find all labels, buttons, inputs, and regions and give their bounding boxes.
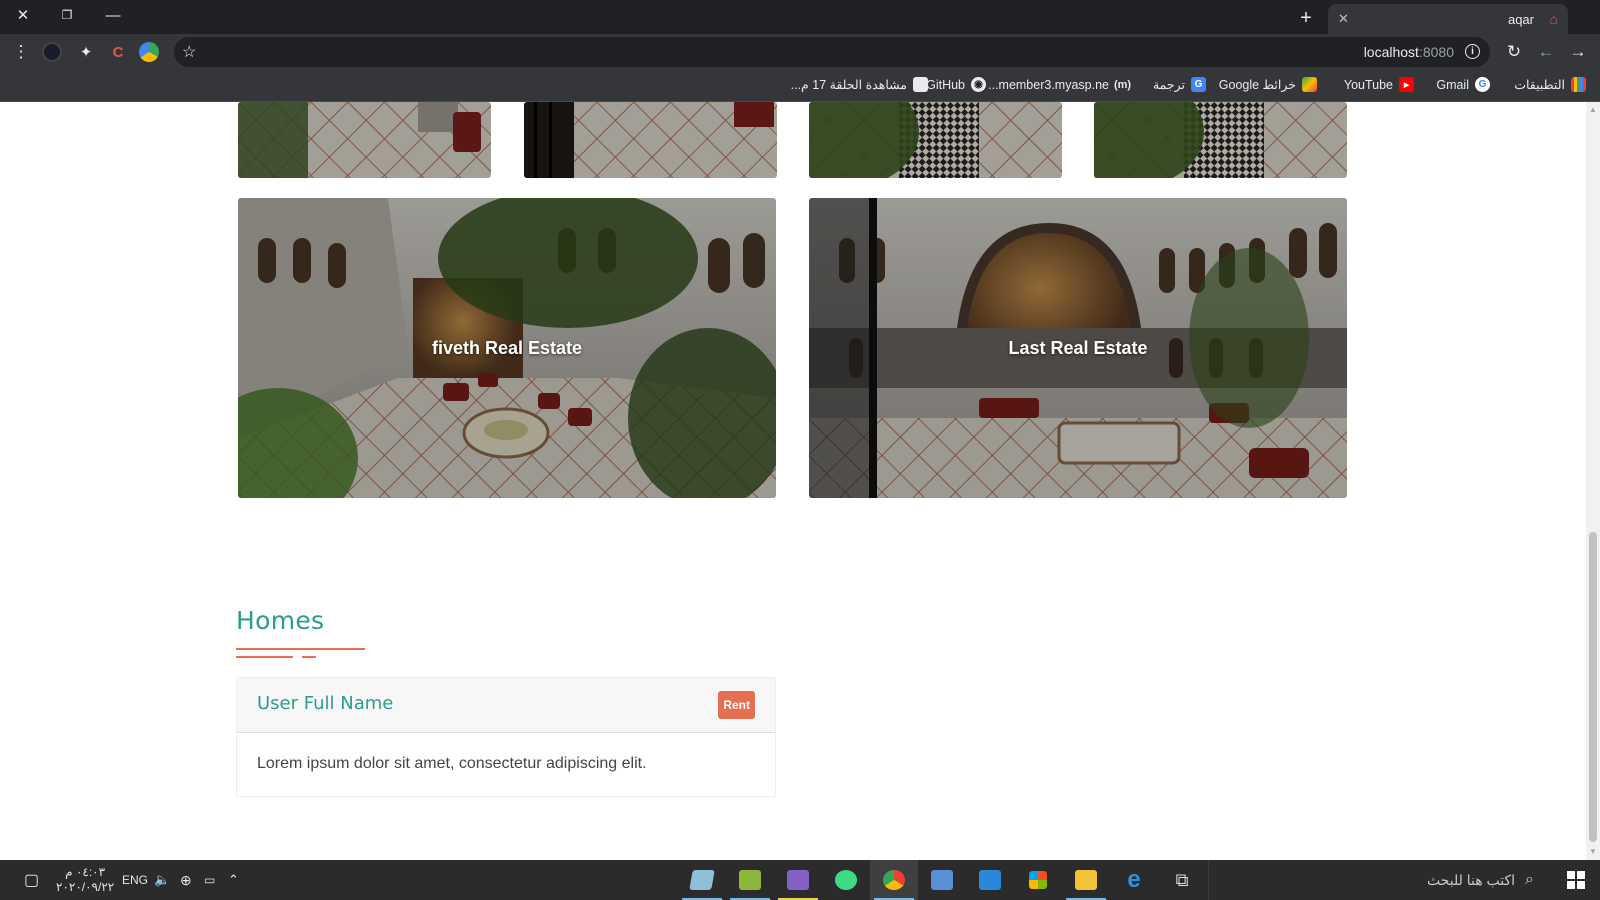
bookmark-label: member3.myasp.ne... [988, 77, 1109, 92]
title-underline [236, 656, 293, 658]
restore-window-icon[interactable]: ❐ [44, 0, 90, 30]
scroll-thumb[interactable] [1589, 532, 1597, 842]
back-arrow-icon[interactable]: ← [1534, 40, 1558, 64]
tab-title: aqar [1507, 11, 1534, 27]
card-header: User Full Name Rent [237, 678, 775, 733]
reload-icon[interactable]: ↻ [1502, 40, 1526, 64]
windows-taskbar: ⌕ اكتب هنا للبحث ⧉ e ⌃ ▭ ⊕ 🔈 ENG ٠٤:٠٣ م… [0, 860, 1600, 900]
site-info-icon[interactable]: i [1465, 44, 1480, 59]
home-card[interactable]: User Full Name Rent Lorem ipsum dolor si… [236, 677, 776, 797]
extension-dark-icon[interactable] [42, 42, 62, 62]
bookmark-label: GitHub [926, 77, 965, 92]
status-badge: Rent [718, 691, 755, 719]
m-site-icon: (m) [1113, 78, 1132, 91]
bookmark-translate[interactable]: G ترجمة [1153, 77, 1206, 92]
apps-grid-icon [1571, 77, 1586, 92]
estate-thumbnail-2[interactable] [524, 102, 777, 178]
bookmark-gmail[interactable]: G Gmail [1436, 77, 1490, 92]
estate-tile-last[interactable]: Last Real Estate [809, 198, 1347, 498]
clock-time: ٠٤:٠٣ م [65, 865, 106, 879]
bookmark-episode[interactable]: مشاهدة الحلقة 17 م... [791, 77, 928, 92]
house-favicon-icon: ⌂ [1549, 11, 1558, 27]
title-underline [302, 656, 316, 658]
speaker-icon[interactable]: 🔈 [154, 860, 170, 900]
bookmark-label: التطبيقات [1514, 78, 1565, 92]
xampp-icon[interactable] [726, 860, 774, 900]
minimize-window-icon[interactable]: — [90, 0, 136, 30]
estate-thumbnail-4[interactable] [1094, 102, 1347, 178]
bookmarks-bar: التطبيقات G Gmail ▶ YouTube خرائط Google… [0, 70, 1600, 102]
clock-date: ٢٠٢٠/٠٩/٢٢ [56, 880, 115, 894]
store-icon[interactable] [1014, 860, 1062, 900]
bookmark-apps[interactable]: التطبيقات [1514, 77, 1586, 92]
mail-icon[interactable] [966, 860, 1014, 900]
browser-tab-bar: ✕ ❐ — + ⌂ aqar ✕ [0, 0, 1600, 34]
video-site-icon [913, 77, 928, 92]
youtube-icon: ▶ [1399, 77, 1414, 92]
tray-chevron-icon[interactable]: ⌃ [228, 860, 239, 900]
url-text: localhost:8080 [1363, 44, 1454, 60]
estate-thumbnail-3[interactable] [809, 102, 1062, 178]
browser-toolbar: ⋮ ✦ C ☆ localhost:8080 i ↻ ← → [0, 34, 1600, 70]
scroll-up-icon[interactable]: ▲ [1589, 106, 1597, 114]
bookmark-label: مشاهدة الحلقة 17 م... [790, 78, 907, 92]
extension-color-icon[interactable] [139, 42, 159, 62]
close-window-icon[interactable]: ✕ [0, 0, 46, 30]
section-title: Homes [236, 606, 325, 635]
google-icon: G [1475, 77, 1490, 92]
search-placeholder: اكتب هنا للبحث [1426, 871, 1516, 888]
title-underline [236, 648, 365, 650]
tile-caption: fiveth Real Estate [431, 337, 583, 358]
search-icon: ⌕ [1525, 871, 1534, 888]
extensions-puzzle-icon[interactable]: ✦ [74, 40, 98, 64]
windows-start-icon[interactable] [1552, 860, 1600, 900]
address-bar[interactable]: ☆ localhost:8080 i [174, 37, 1490, 67]
forward-arrow-icon[interactable]: → [1566, 40, 1590, 64]
tab-close-icon[interactable]: ✕ [1338, 11, 1349, 27]
notifications-icon[interactable]: ▢ [24, 860, 39, 900]
notepad-icon[interactable] [678, 860, 726, 900]
google-maps-icon [1302, 77, 1317, 92]
bookmark-label: ترجمة [1152, 78, 1185, 92]
visual-studio-icon[interactable] [774, 860, 822, 900]
edge-icon[interactable]: e [1110, 860, 1158, 900]
page-scrollbar[interactable]: ▲ ▼ [1586, 102, 1600, 860]
network-globe-icon[interactable]: ⊕ [180, 860, 192, 900]
extension-c-icon[interactable]: C [106, 40, 130, 64]
page-viewport: fiveth Real Estate Last Real Estate Home… [0, 102, 1586, 860]
bookmark-label: YouTube [1343, 77, 1393, 92]
bookmark-member3[interactable]: (m) member3.myasp.ne... [988, 77, 1132, 92]
bookmark-star-icon[interactable]: ☆ [182, 42, 196, 62]
bookmark-youtube[interactable]: ▶ YouTube [1344, 77, 1414, 92]
estate-thumbnail-1[interactable] [238, 102, 491, 178]
bookmark-label: Gmail [1436, 77, 1469, 92]
tile-caption: Last Real Estate [1008, 337, 1148, 358]
bookmark-github[interactable]: ◉ GitHub [926, 77, 986, 92]
github-icon: ◉ [971, 77, 986, 92]
browser-tab[interactable]: ⌂ aqar ✕ [1328, 4, 1568, 34]
estate-tile-fiveth[interactable]: fiveth Real Estate [238, 198, 776, 498]
card-description: Lorem ipsum dolor sit amet, consectetur … [257, 755, 647, 772]
bookmark-label: خرائط Google [1218, 78, 1296, 92]
google-translate-icon: G [1191, 77, 1206, 92]
file-explorer-icon[interactable] [1062, 860, 1110, 900]
android-studio-icon[interactable] [822, 860, 870, 900]
scroll-down-icon[interactable]: ▼ [1589, 848, 1597, 856]
language-indicator[interactable]: ENG [122, 860, 148, 900]
task-view-icon[interactable]: ⧉ [1158, 860, 1206, 900]
menu-kebab-icon[interactable]: ⋮ [9, 40, 33, 64]
clock[interactable]: ٠٤:٠٣ م ٢٠٢٠/٠٩/٢٢ [56, 860, 114, 900]
taskbar-search-box[interactable]: ⌕ اكتب هنا للبحث [1208, 860, 1552, 900]
remote-desktop-icon[interactable] [918, 860, 966, 900]
new-tab-button[interactable]: + [1292, 4, 1320, 32]
battery-icon[interactable]: ▭ [204, 860, 215, 900]
chrome-icon[interactable] [870, 860, 918, 900]
card-user-name[interactable]: User Full Name [257, 693, 393, 714]
bookmark-google-maps[interactable]: خرائط Google [1219, 77, 1317, 92]
